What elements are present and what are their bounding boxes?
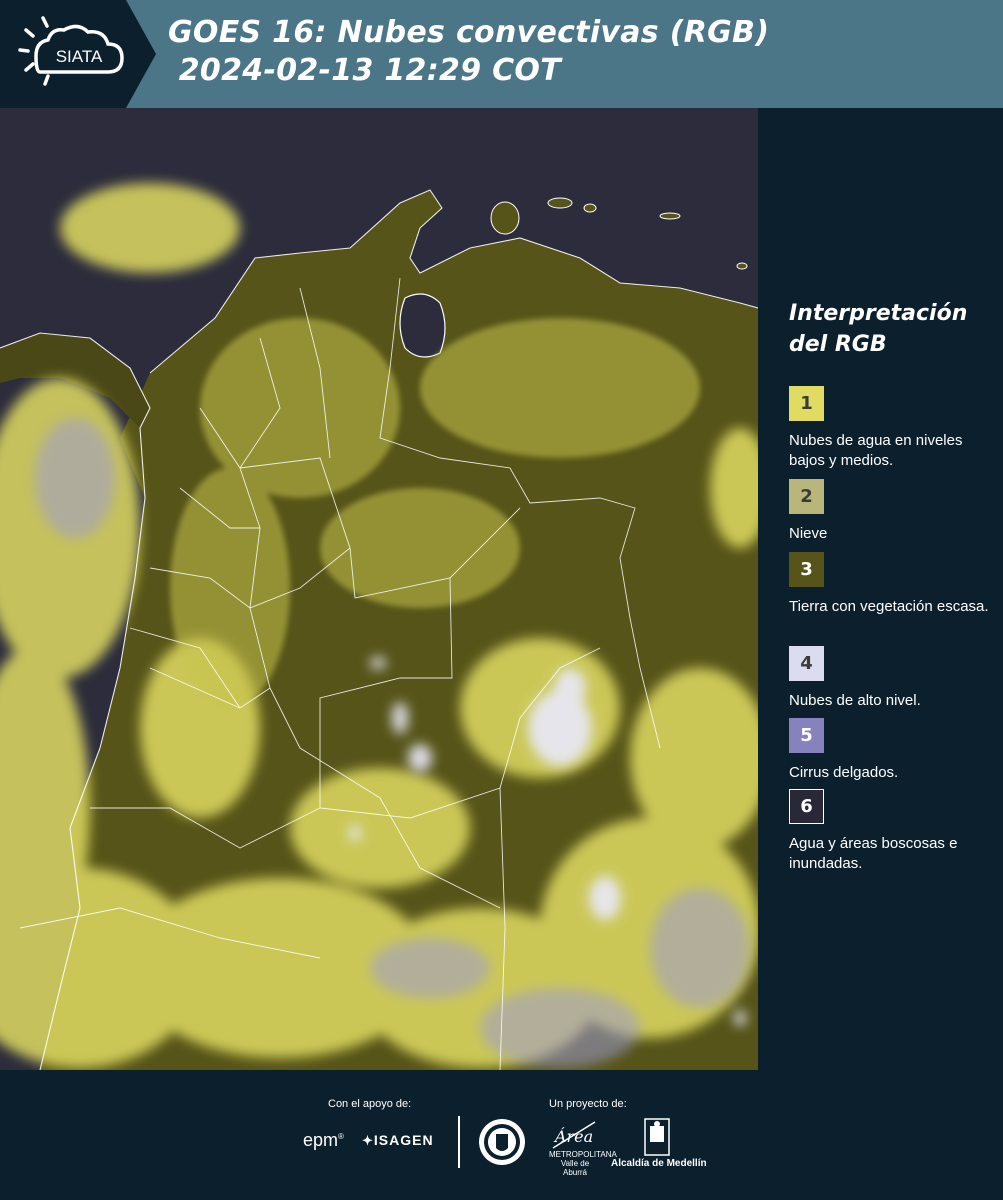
- legend-label-6: Agua y áreas boscosas e inundadas.: [789, 835, 958, 872]
- legend-item-6: 6 Agua y áreas boscosas e inundadas.: [789, 789, 994, 874]
- legend-panel: Interpretación del RGB 1 Nubes de agua e…: [758, 108, 1003, 1070]
- isagen-logo-text: ISAGEN: [373, 1132, 434, 1148]
- legend-label-3: Tierra con vegetación escasa.: [789, 598, 989, 615]
- legend-label-2: Nieve: [789, 525, 828, 542]
- legend-number-3: 3: [800, 559, 813, 580]
- legend-number-5: 5: [800, 725, 813, 746]
- title-line-1: GOES 16: Nubes convectivas (RGB): [168, 15, 770, 50]
- legend-swatch-4: 4: [789, 646, 824, 681]
- legend-number-6: 6: [800, 796, 813, 817]
- area-logo-text: Área: [553, 1126, 593, 1146]
- legend-item-5: 5 Cirrus delgados.: [789, 718, 994, 783]
- legend-number-2: 2: [800, 486, 813, 507]
- title-line-2: 2024-02-13 12:29 COT: [168, 53, 562, 88]
- legend-title-line-1: Interpretación: [789, 301, 968, 326]
- area-caption: METROPOLITANA Valle de Aburrá: [549, 1150, 617, 1177]
- project-label: Un proyecto de:: [549, 1098, 627, 1110]
- legend-item-1: 1 Nubes de agua en niveles bajos y medio…: [789, 386, 994, 471]
- legend-item-2: 2 Nieve: [789, 479, 994, 544]
- page-title: GOES 16: Nubes convectivas (RGB) 2024-02…: [168, 14, 769, 90]
- legend-number-4: 4: [800, 653, 813, 674]
- alcaldia-shield-icon[interactable]: [644, 1118, 670, 1161]
- epm-logo-text: epm: [303, 1130, 339, 1150]
- legend-title: Interpretación del RGB: [789, 298, 989, 360]
- satellite-map[interactable]: [0, 108, 758, 1070]
- legend-swatch-5: 5: [789, 718, 824, 753]
- university-seal-icon[interactable]: [478, 1116, 526, 1173]
- support-label: Con el apoyo de:: [328, 1098, 412, 1110]
- isagen-icon: ✦: [362, 1133, 374, 1148]
- header-bar: SIATA GOES 16: Nubes convectivas (RGB) 2…: [0, 0, 1003, 108]
- isagen-logo[interactable]: ✦ISAGEN: [362, 1132, 434, 1149]
- legend-swatch-1: 1: [789, 386, 824, 421]
- alcaldia-label: Alcaldía de Medellín: [611, 1158, 707, 1169]
- legend-item-3: 3 Tierra con vegetación escasa.: [789, 552, 994, 617]
- legend-number-1: 1: [800, 393, 813, 414]
- epm-logo[interactable]: epm®: [303, 1130, 344, 1151]
- siata-logo-text: SIATA: [56, 47, 103, 66]
- legend-item-4: 4 Nubes de alto nivel.: [789, 646, 994, 711]
- footer: Con el apoyo de: Un proyecto de: epm® ✦I…: [0, 1070, 1003, 1200]
- legend-swatch-6: 6: [789, 789, 824, 824]
- footer-divider: [458, 1116, 460, 1168]
- satellite-map-svg: [0, 108, 758, 1070]
- legend-label-4: Nubes de alto nivel.: [789, 692, 921, 709]
- legend-label-5: Cirrus delgados.: [789, 764, 899, 781]
- siata-logo[interactable]: SIATA: [0, 0, 156, 108]
- legend-swatch-2: 2: [789, 479, 824, 514]
- legend-swatch-3: 3: [789, 552, 824, 587]
- legend-title-line-2: del RGB: [789, 332, 887, 357]
- legend-label-1: Nubes de agua en niveles bajos y medios.: [789, 432, 963, 469]
- lake-maracaibo: [399, 293, 446, 358]
